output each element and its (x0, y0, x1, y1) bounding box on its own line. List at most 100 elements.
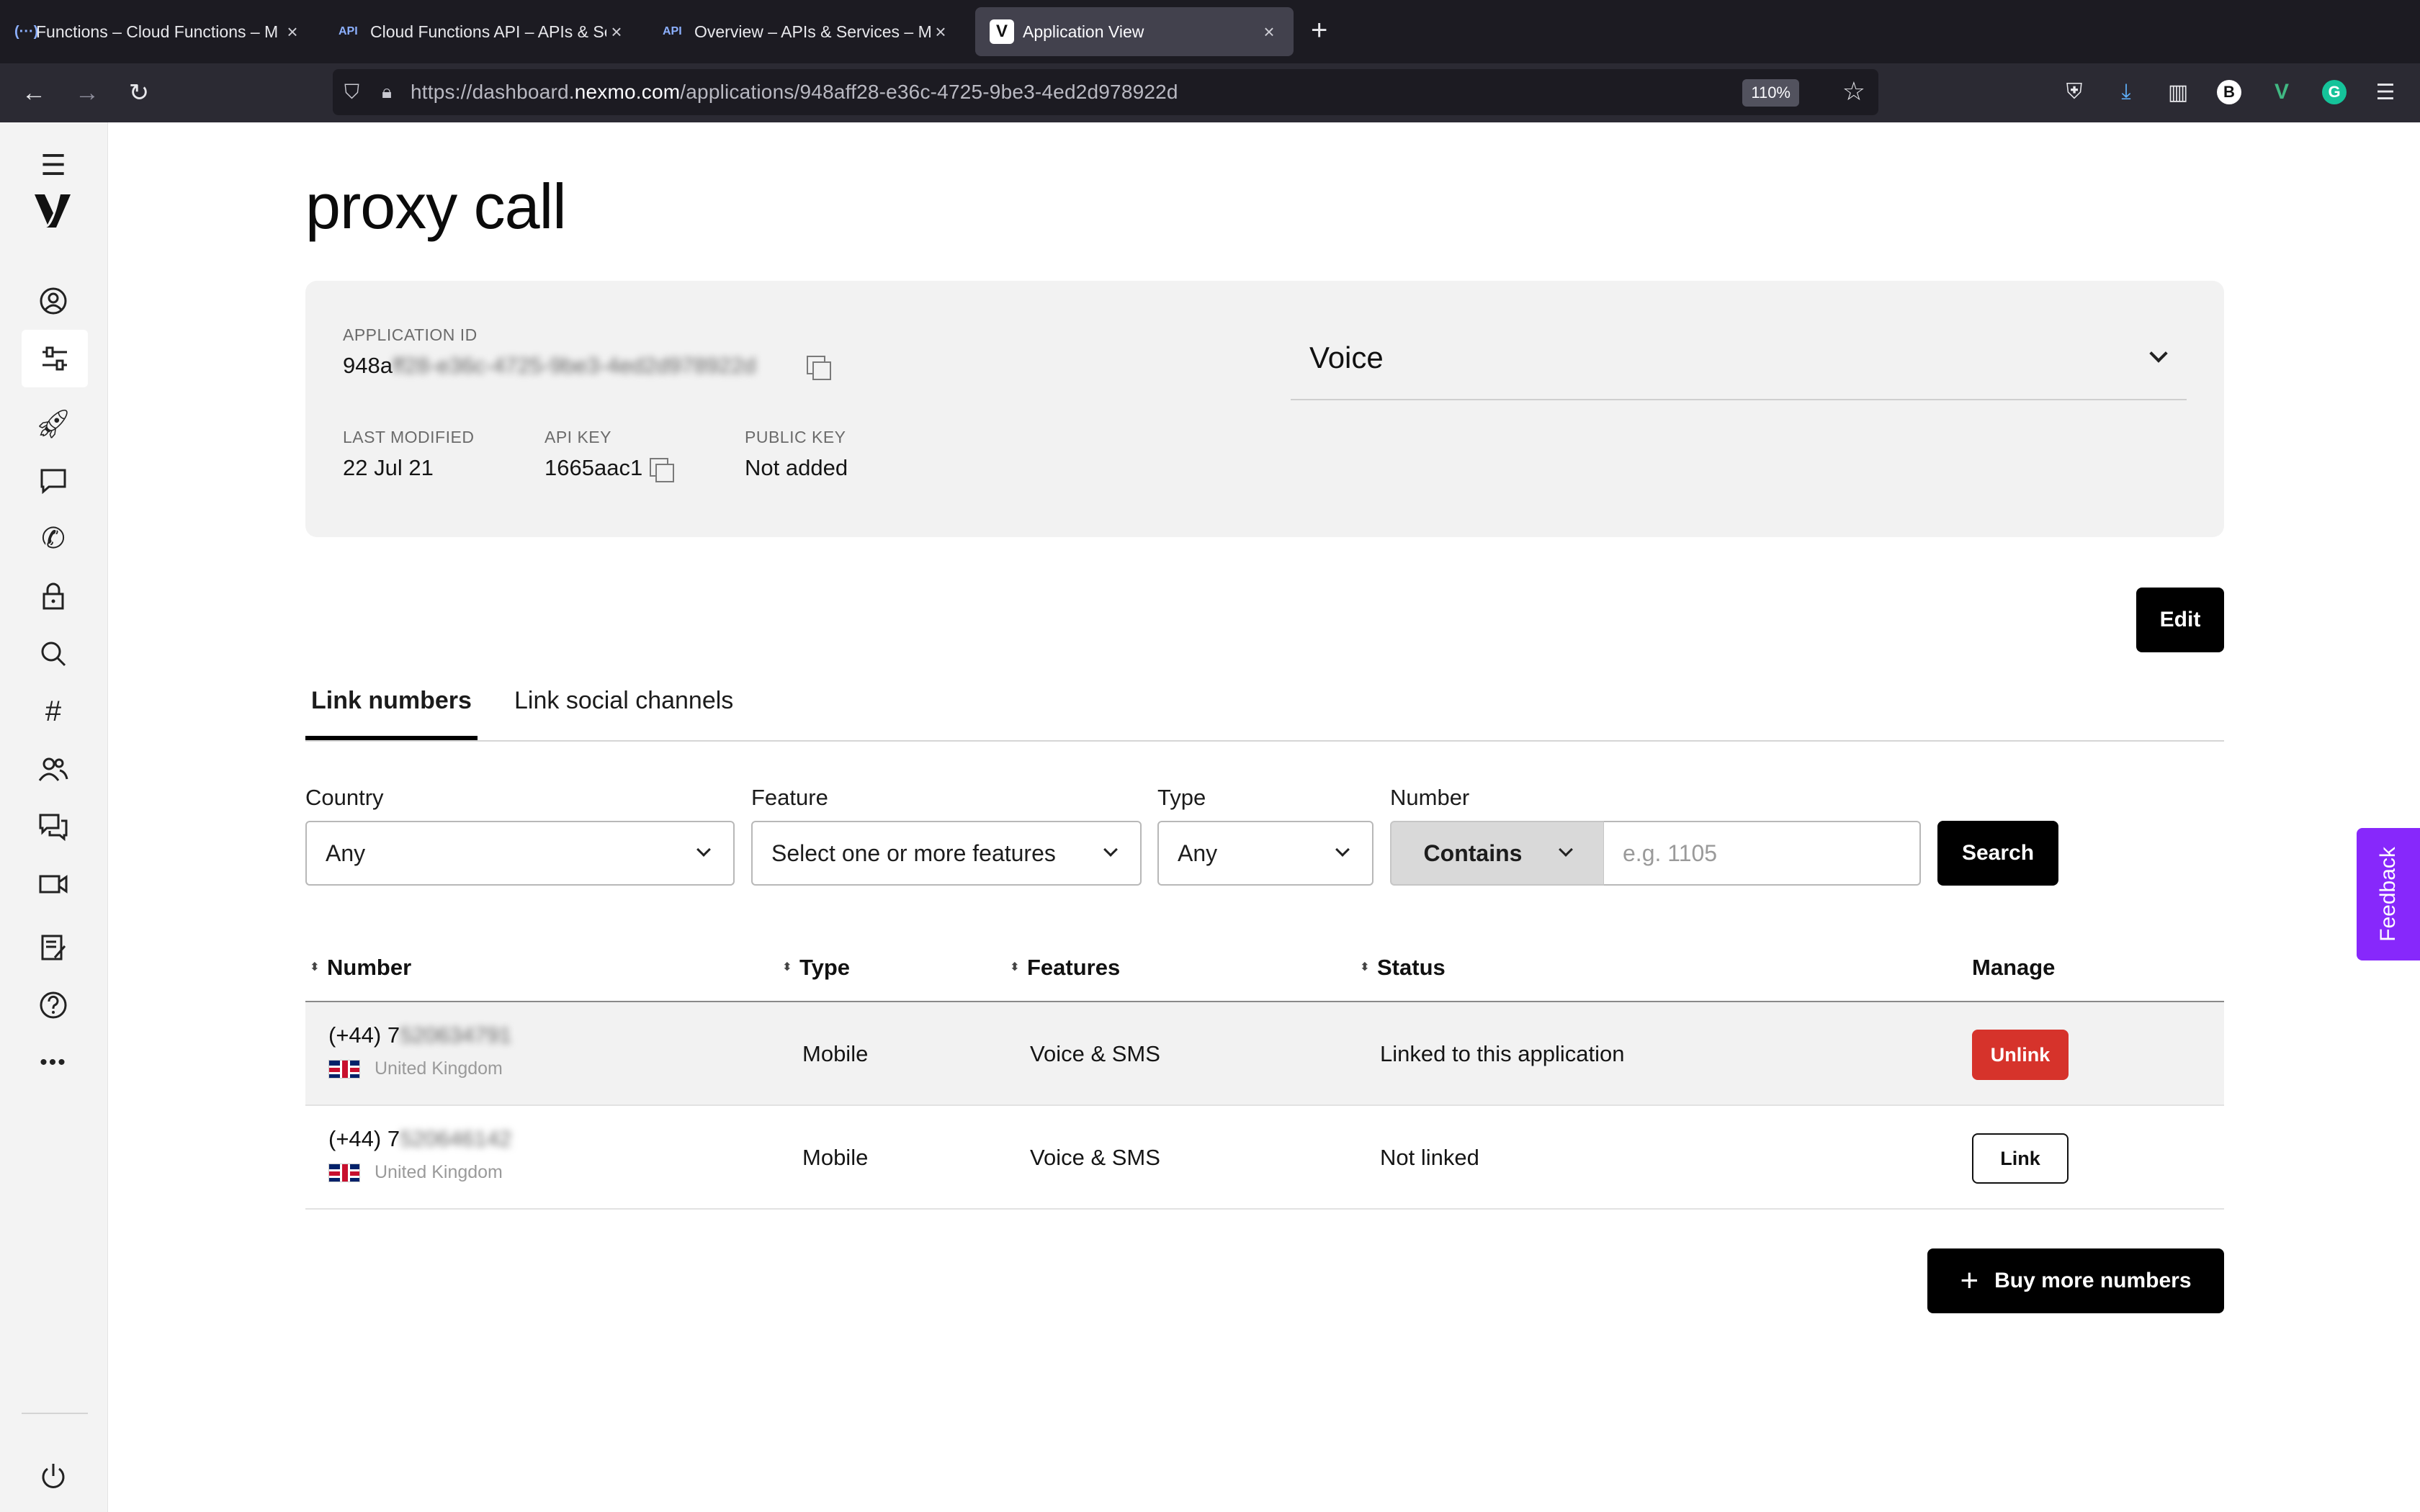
country-label: Country (305, 785, 384, 810)
shield-icon[interactable]: ⛉ (344, 81, 370, 104)
close-icon[interactable]: × (931, 21, 951, 43)
country-select[interactable]: Any (305, 821, 735, 886)
type-select[interactable]: Any (1157, 821, 1373, 886)
browser-tab-apis-overview[interactable]: API Overview – APIs & Services – My × (648, 7, 965, 56)
close-icon[interactable]: × (282, 21, 302, 43)
reader-view-icon[interactable]: ▥ (2162, 76, 2194, 108)
api-key-value: 1665aac1 (544, 455, 643, 480)
column-header-type[interactable]: ⬍ Type (782, 955, 850, 981)
tab-title: Functions – Cloud Functions – M (36, 22, 279, 41)
column-header-features[interactable]: ⬍ Features (1010, 955, 1120, 981)
reload-icon[interactable]: ↻ (122, 76, 156, 109)
link-button[interactable]: Link (1972, 1133, 2069, 1184)
profile-avatar[interactable]: B (2217, 80, 2241, 104)
page-title: proxy call (305, 171, 567, 242)
api-key-label: API KEY (544, 428, 611, 446)
number-type: Mobile (802, 1041, 869, 1066)
zoom-badge[interactable]: 110% (1742, 79, 1799, 107)
browser-tab-cloud-functions[interactable]: (···) Functions – Cloud Functions – M × (0, 7, 317, 56)
sort-icon: ⬍ (1360, 961, 1370, 973)
browser-tab-application-view[interactable]: V Application View × (975, 7, 1294, 56)
phone-number: (+44) 7520646142 (328, 1126, 512, 1151)
column-header-number[interactable]: ⬍ Number (310, 955, 411, 981)
buy-more-numbers-label: Buy more numbers (1994, 1269, 2192, 1292)
search-icon[interactable] (30, 631, 76, 677)
pocket-icon[interactable]: ⛨ (2058, 76, 2090, 108)
tab-title: Overview – APIs & Services – My (694, 22, 931, 41)
table-row: (+44) 7520646142 United Kingdom Mobile V… (305, 1106, 2224, 1210)
conversations-icon[interactable] (30, 804, 76, 850)
url-bar[interactable]: ⛉ 🔒︎ https://dashboard.nexmo.com/applica… (333, 69, 1878, 115)
logs-icon[interactable] (30, 924, 76, 971)
type-label: Type (1157, 785, 1206, 810)
phone-number: (+44) 7520634791 (328, 1022, 512, 1048)
tab-title: Application View (1023, 22, 1144, 41)
more-icon[interactable]: ••• (30, 1040, 76, 1086)
tab-link-numbers[interactable]: Link numbers (305, 687, 478, 740)
browser-tab-cloud-functions-api[interactable]: API Cloud Functions API – APIs & Se × (324, 7, 641, 56)
rocket-icon[interactable]: 🚀︎ (30, 400, 76, 446)
chevron-down-icon (1335, 842, 1350, 857)
applications-icon[interactable] (22, 330, 88, 387)
bookmark-star-icon[interactable]: ☆ (1842, 76, 1865, 107)
lock-icon[interactable] (30, 573, 76, 619)
number-match-value: Contains (1423, 840, 1523, 866)
number-features: Voice & SMS (1030, 1041, 1160, 1066)
capability-value: Voice (1309, 341, 1384, 374)
forward-icon[interactable]: → (71, 76, 104, 109)
feature-select[interactable]: Select one or more features (751, 821, 1142, 886)
number-match-select[interactable]: Contains (1390, 821, 1605, 886)
chevron-down-icon (1559, 842, 1574, 857)
account-icon[interactable] (30, 278, 76, 324)
edit-button[interactable]: Edit (2136, 588, 2224, 652)
feature-label: Feature (751, 785, 828, 810)
messages-icon[interactable] (30, 458, 76, 504)
numbers-hash-icon[interactable]: # (30, 688, 76, 734)
phone-icon[interactable]: ✆ (30, 516, 76, 562)
number-status: Not linked (1380, 1145, 1479, 1170)
country-value: Any (326, 840, 366, 866)
hamburger-menu-icon[interactable]: ☰ (30, 143, 76, 189)
tab-link-social-channels[interactable]: Link social channels (508, 687, 739, 740)
back-icon[interactable]: ← (17, 76, 50, 109)
help-icon[interactable] (30, 982, 76, 1028)
application-id-label: APPLICATION ID (343, 325, 478, 344)
type-value: Any (1178, 840, 1218, 866)
close-icon[interactable]: × (606, 21, 627, 43)
application-id-value: 948aff28-e36c-4725-9be3-4ed2d978922d (343, 353, 756, 378)
api-icon: API (339, 25, 358, 37)
number-search-input[interactable] (1604, 821, 1921, 886)
unlink-button[interactable]: Unlink (1972, 1030, 2069, 1080)
users-icon[interactable] (30, 746, 76, 792)
sidebar-divider (22, 1413, 88, 1414)
capability-dropdown[interactable]: Voice (1291, 317, 2187, 400)
cloud-functions-icon: (···) (14, 23, 39, 40)
grammarly-icon[interactable]: G (2322, 80, 2347, 104)
copy-icon[interactable] (650, 458, 674, 482)
lock-icon[interactable]: 🔒︎ (370, 81, 403, 104)
number-features: Voice & SMS (1030, 1145, 1160, 1170)
column-header-manage: Manage (1972, 955, 2056, 980)
browser-tab-bar: (···) Functions – Cloud Functions – M × … (0, 0, 2420, 63)
menu-icon[interactable]: ☰ (2370, 76, 2401, 108)
number-country: United Kingdom (328, 1162, 503, 1183)
copy-icon[interactable] (807, 356, 831, 380)
api-icon: API (663, 25, 682, 37)
url-text[interactable]: https://dashboard.nexmo.com/applications… (411, 81, 1178, 104)
vonage-logo-icon[interactable] (30, 187, 76, 233)
buy-more-numbers-button[interactable]: + Buy more numbers (1927, 1248, 2224, 1313)
close-icon[interactable]: × (1259, 21, 1279, 43)
video-icon[interactable] (30, 861, 76, 907)
search-button[interactable]: Search (1937, 821, 2058, 886)
new-tab-button[interactable]: + (1311, 16, 1327, 45)
power-logout-icon[interactable] (30, 1453, 76, 1499)
table-row: (+44) 7520634791 United Kingdom Mobile V… (305, 1002, 2224, 1106)
tab-title: Cloud Functions API – APIs & Se (370, 22, 606, 41)
uk-flag-icon (328, 1059, 360, 1079)
feedback-tab[interactable]: Feedback (2357, 828, 2420, 960)
vue-devtools-icon[interactable]: V (2266, 76, 2298, 108)
column-header-status[interactable]: ⬍ Status (1360, 955, 1445, 981)
last-modified-value: 22 Jul 21 (343, 455, 434, 480)
download-icon[interactable]: ⤓ (2110, 76, 2142, 108)
sort-icon: ⬍ (782, 961, 792, 973)
